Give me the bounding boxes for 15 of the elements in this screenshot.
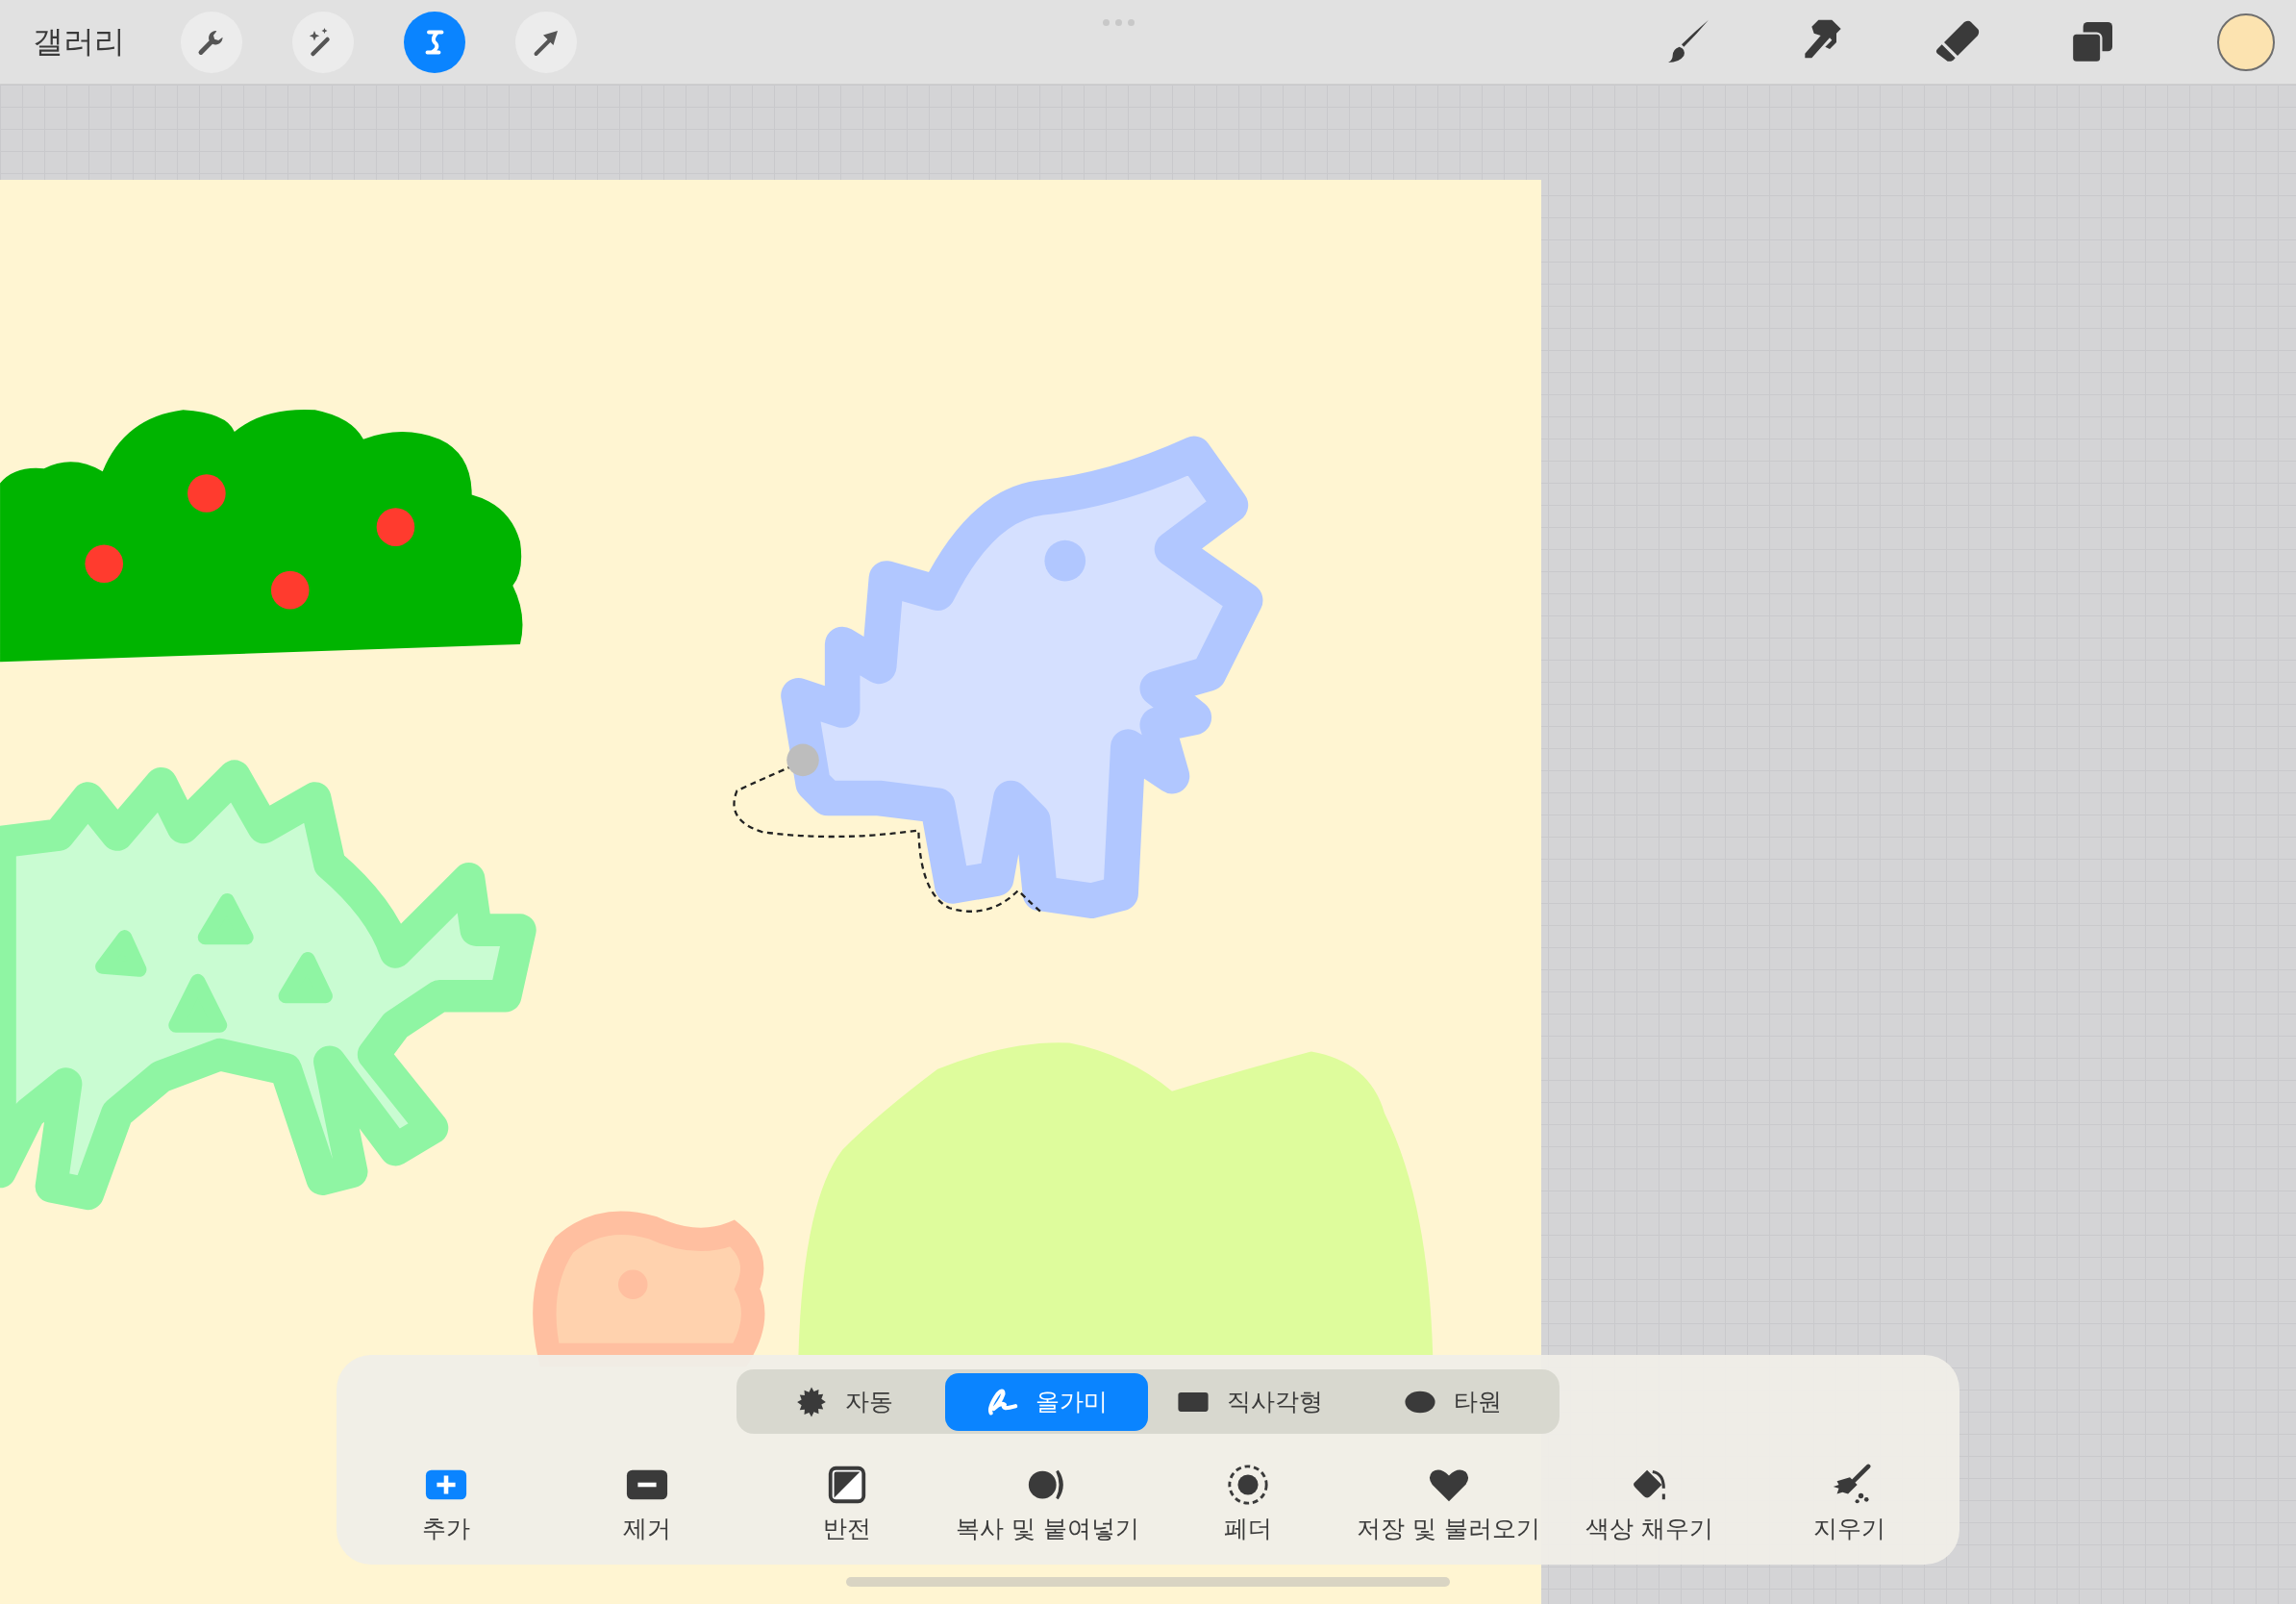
broom-action-button[interactable]: 지우기 <box>1753 1463 1946 1544</box>
selection-mode-tab[interactable]: 직사각형 <box>1148 1372 1351 1431</box>
circles-action-button[interactable]: 복사 및 붙여넣기 <box>951 1463 1144 1544</box>
dashed-circle-icon <box>1226 1463 1271 1507</box>
invert-action-button[interactable]: 반전 <box>751 1463 944 1544</box>
heart-action-button[interactable]: 저장 및 불러오기 <box>1352 1463 1545 1544</box>
plus-action-button[interactable]: 추가 <box>350 1463 543 1544</box>
selection-handle[interactable] <box>786 743 819 777</box>
minus-action-button[interactable]: 제거 <box>550 1463 743 1544</box>
paint-bucket-action-button[interactable]: 색상 채우기 <box>1553 1463 1746 1544</box>
gallery-button[interactable]: 갤러리 <box>33 20 125 63</box>
selection-mode-tab[interactable]: 자동 <box>742 1372 945 1431</box>
selection-mode-tab[interactable]: 올가미 <box>945 1372 1148 1431</box>
dashed-circle-action-button[interactable]: 페더 <box>1152 1463 1345 1544</box>
selection-mode-tab[interactable]: 타원 <box>1351 1372 1554 1431</box>
